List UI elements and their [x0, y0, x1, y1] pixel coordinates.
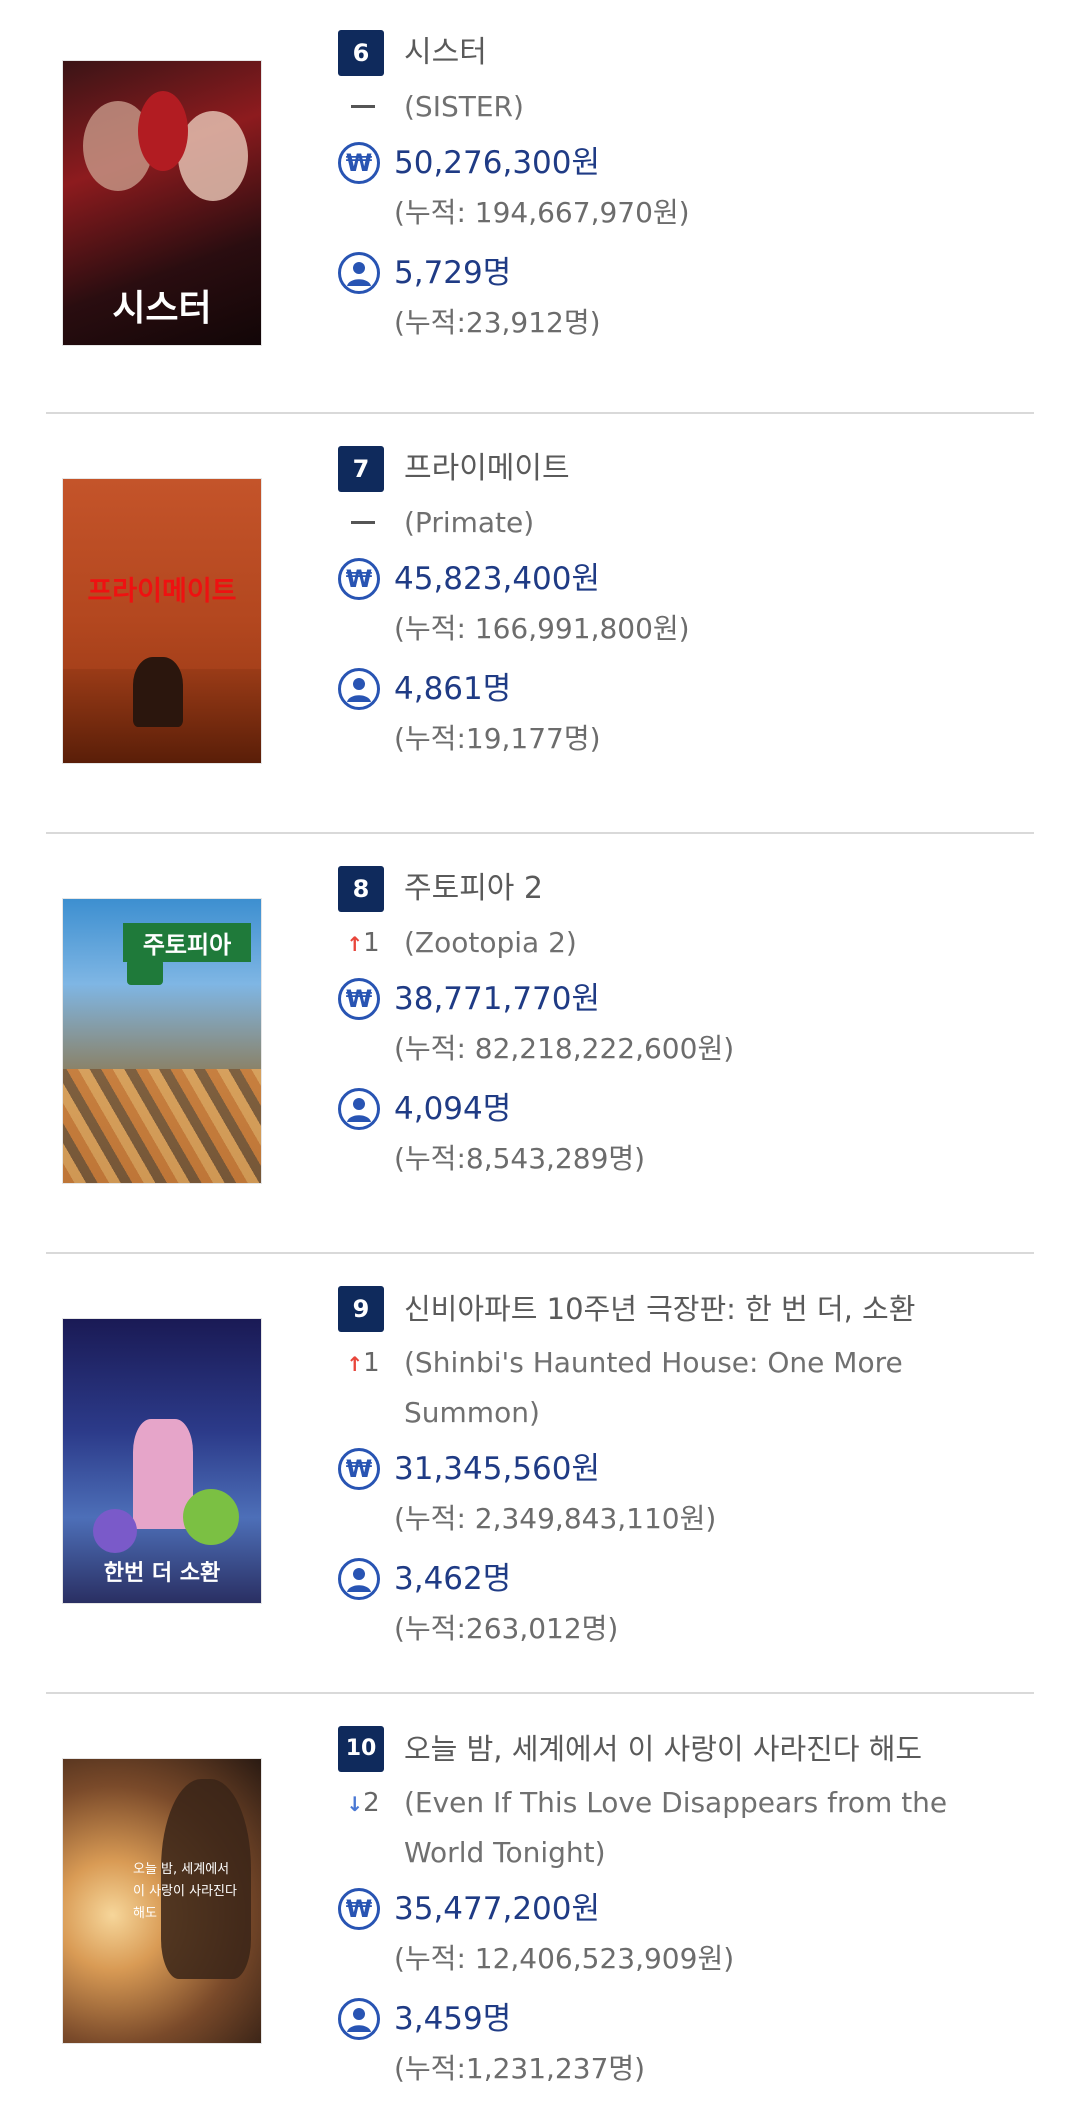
- cumulative-audience: (누적:19,177명): [394, 722, 601, 755]
- original-title: (SISTER): [404, 90, 524, 123]
- movie-title[interactable]: 오늘 밤, 세계에서 이 사랑이 사라진다 해도: [404, 1726, 922, 1772]
- won-icon: ₩: [338, 142, 380, 184]
- poster-title: 주토피아: [123, 923, 251, 962]
- movie-title[interactable]: 신비아파트 10주년 극장판: 한 번 더, 소환: [404, 1286, 915, 1332]
- movie-poster[interactable]: 주토피아: [62, 898, 262, 1184]
- original-title: (Primate): [404, 506, 535, 539]
- rank-change: [338, 498, 388, 548]
- poster-title: 오늘 밤, 세계에서 이 사랑이 사라진다 해도: [133, 1862, 237, 1921]
- person-icon: [338, 1558, 380, 1600]
- cumulative-sales: (누적: 166,991,800원): [394, 612, 690, 645]
- won-icon: ₩: [338, 558, 380, 600]
- movie-poster[interactable]: 시스터: [62, 60, 262, 346]
- cumulative-sales: (누적: 194,667,970원): [394, 196, 690, 229]
- rank-badge: 7: [338, 446, 384, 492]
- daily-audience: 4,861명: [394, 671, 512, 707]
- rank-badge: 9: [338, 1286, 384, 1332]
- movie-row[interactable]: 프라이메이트 7 프라이메이트 (Primate) ₩ 45,823,400원 …: [46, 414, 1034, 832]
- cumulative-audience: (누적:263,012명): [394, 1612, 619, 1645]
- daily-sales: 31,345,560원: [394, 1451, 601, 1487]
- rank-change: ↑1: [338, 918, 388, 968]
- won-icon: ₩: [338, 978, 380, 1020]
- poster-title: 한번 더 소환: [103, 1561, 221, 1586]
- arrow-down-icon: ↓: [346, 1792, 364, 1816]
- original-title: (Even If This Love Disappears from the W…: [404, 1786, 948, 1869]
- cumulative-sales: (누적: 12,406,523,909원): [394, 1942, 735, 1975]
- cumulative-audience: (누적:1,231,237명): [394, 2052, 646, 2085]
- person-icon: [338, 1998, 380, 2040]
- rank-change-value: 1: [363, 928, 380, 958]
- daily-audience: 4,094명: [394, 1091, 512, 1127]
- movie-poster[interactable]: 한번 더 소환: [62, 1318, 262, 1604]
- rank-badge: 6: [338, 30, 384, 76]
- original-title: (Zootopia 2): [404, 926, 577, 959]
- person-icon: [338, 668, 380, 710]
- poster-title: 프라이메이트: [87, 576, 237, 607]
- won-icon: ₩: [338, 1448, 380, 1490]
- daily-sales: 35,477,200원: [394, 1891, 601, 1927]
- movie-title[interactable]: 프라이메이트: [404, 446, 570, 492]
- original-title: (Shinbi's Haunted House: One More Summon…: [404, 1346, 903, 1429]
- movie-poster[interactable]: 오늘 밤, 세계에서 이 사랑이 사라진다 해도: [62, 1758, 262, 2044]
- person-icon: [338, 252, 380, 294]
- won-icon: ₩: [338, 1888, 380, 1930]
- movie-row[interactable]: 한번 더 소환 9 신비아파트 10주년 극장판: 한 번 더, 소환 ↑1 (…: [46, 1254, 1034, 1692]
- rank-change-value: 1: [363, 1348, 380, 1378]
- cumulative-audience: (누적:23,912명): [394, 306, 601, 339]
- rank-change: [338, 82, 388, 132]
- movie-row[interactable]: 오늘 밤, 세계에서 이 사랑이 사라진다 해도 10 오늘 밤, 세계에서 이…: [46, 1694, 1034, 2115]
- movie-title[interactable]: 시스터: [404, 30, 487, 76]
- person-icon: [338, 1088, 380, 1130]
- daily-sales: 38,771,770원: [394, 981, 601, 1017]
- rank-change-value: 2: [363, 1788, 380, 1818]
- daily-audience: 3,459명: [394, 2001, 512, 2037]
- cumulative-sales: (누적: 82,218,222,600원): [394, 1032, 735, 1065]
- rank-change: ↑1: [338, 1338, 388, 1388]
- dash-icon: [351, 105, 375, 108]
- rank-badge: 8: [338, 866, 384, 912]
- movie-title[interactable]: 주토피아 2: [404, 866, 543, 912]
- arrow-up-icon: ↑: [346, 1352, 364, 1376]
- rank-badge: 10: [338, 1726, 384, 1772]
- daily-audience: 5,729명: [394, 255, 512, 291]
- dash-icon: [351, 521, 375, 524]
- daily-audience: 3,462명: [394, 1561, 512, 1597]
- movie-row[interactable]: 시스터 6 시스터 (SISTER) ₩ 50,276,300원 (누적: 19…: [46, 0, 1034, 412]
- cumulative-audience: (누적:8,543,289명): [394, 1142, 646, 1175]
- movie-row[interactable]: 주토피아 8 주토피아 2 ↑1 (Zootopia 2) ₩ 38,771,7…: [46, 834, 1034, 1252]
- rank-change: ↓2: [338, 1778, 388, 1828]
- daily-sales: 45,823,400원: [394, 561, 601, 597]
- movie-poster[interactable]: 프라이메이트: [62, 478, 262, 764]
- poster-title: 시스터: [112, 288, 212, 329]
- arrow-up-icon: ↑: [346, 932, 364, 956]
- cumulative-sales: (누적: 2,349,843,110원): [394, 1502, 717, 1535]
- daily-sales: 50,276,300원: [394, 145, 601, 181]
